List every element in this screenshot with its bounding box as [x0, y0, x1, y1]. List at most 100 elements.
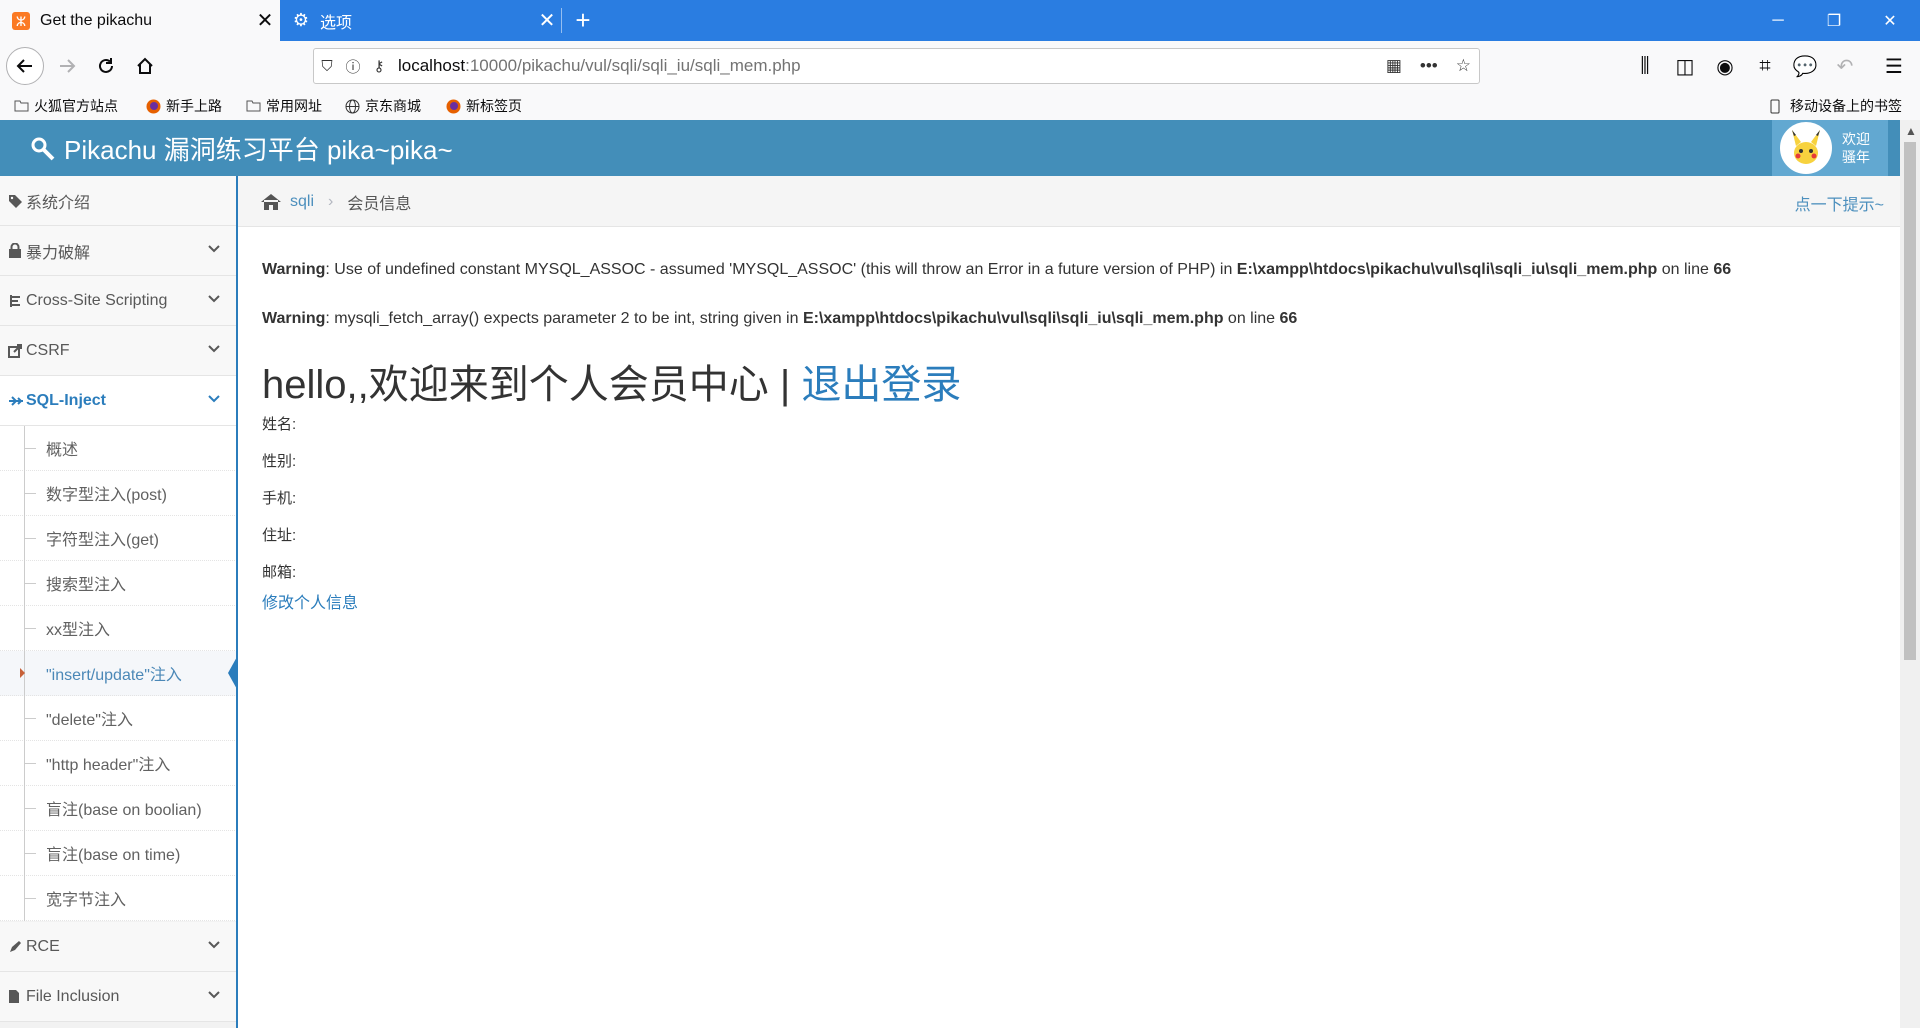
- screenshot-icon[interactable]: ⌗: [1748, 49, 1782, 83]
- pikachu-avatar-icon: [1792, 130, 1820, 164]
- restore-button[interactable]: ❐: [1810, 0, 1858, 41]
- member-heading: hello,,欢迎来到个人会员中心 | 退出登录: [262, 356, 1862, 407]
- qr-code-icon[interactable]: ▦: [1386, 56, 1402, 76]
- sidebar-subitem[interactable]: 盲注(base on boolian): [0, 786, 237, 831]
- web-page: Pikachu 漏洞练习平台 pika~pika~ 欢迎 骚年 系统介绍 暴力破…: [0, 120, 1900, 1028]
- firefox-icon: [146, 99, 161, 114]
- sidebar-item-csrf[interactable]: CSRF: [0, 326, 237, 376]
- sidebar-subitem-active[interactable]: "insert/update"注入: [0, 651, 238, 696]
- sidebar-item-rce[interactable]: RCE: [0, 922, 237, 972]
- tab-options[interactable]: ⚙ 选项 ✕: [280, 0, 562, 41]
- sidebar-item-xss[interactable]: Cross-Site Scripting: [0, 276, 237, 326]
- home-button[interactable]: [128, 49, 162, 83]
- minimize-button[interactable]: ─: [1754, 0, 1802, 41]
- sidebar-subitem[interactable]: 概述: [0, 426, 237, 471]
- sidebar-toggle-icon[interactable]: ◫: [1668, 49, 1702, 83]
- bookmarks-toolbar: 火狐官方站点 新手上路 常用网址 京东商城 新标签页 移动设备上的书签: [0, 91, 1920, 121]
- scroll-up-icon[interactable]: ▲: [1905, 124, 1917, 138]
- php-warning: Warning: Use of undefined constant MYSQL…: [262, 261, 1732, 278]
- bookmark-item[interactable]: 京东商城: [345, 96, 421, 116]
- new-tab-button[interactable]: +: [566, 0, 600, 41]
- close-tab-icon[interactable]: ✕: [532, 8, 562, 33]
- sidebar-item-file-inclusion[interactable]: File Inclusion: [0, 972, 237, 1022]
- xss-icon: [8, 294, 24, 308]
- user-menu[interactable]: 欢迎 骚年: [1772, 120, 1888, 176]
- close-window-button[interactable]: ✕: [1866, 0, 1914, 41]
- gear-icon: ⚙: [292, 10, 310, 30]
- url-text[interactable]: localhost:10000/pikachu/vul/sqli/sqli_iu…: [398, 56, 801, 76]
- sidebar-item-sqli[interactable]: SQL-Inject: [0, 376, 237, 426]
- more-actions-icon[interactable]: •••: [1420, 56, 1438, 76]
- reload-button[interactable]: [89, 49, 123, 83]
- sidebar-subitem[interactable]: 数字型注入(post): [0, 471, 237, 516]
- site-title: Pikachu 漏洞练习平台 pika~pika~: [64, 135, 453, 165]
- sidebar-item-intro[interactable]: 系统介绍: [0, 176, 237, 226]
- chevron-down-icon: [208, 245, 220, 253]
- sidebar: 系统介绍 暴力破解 Cross-Site Scripting CSRF SQL-…: [0, 176, 238, 1028]
- bookmark-item[interactable]: 新标签页: [446, 96, 522, 116]
- breadcrumb: sqli › 会员信息 点一下提示~: [238, 176, 1900, 227]
- account-icon[interactable]: ◉: [1708, 49, 1742, 83]
- forward-button[interactable]: [50, 49, 84, 83]
- sidebar-subitem[interactable]: "http header"注入: [0, 741, 237, 786]
- pencil-icon: [8, 940, 24, 954]
- mobile-icon: [1770, 99, 1785, 114]
- tab-bar: ⵣ Get the pikachu ✕ ⚙ 选项 ✕ + ─ ❐ ✕: [0, 0, 1920, 41]
- folder-icon: [14, 99, 29, 113]
- bookmark-item[interactable]: 火狐官方站点: [14, 96, 118, 116]
- main-content: Warning: Use of undefined constant MYSQL…: [262, 260, 1862, 613]
- sidebar-item-bruteforce[interactable]: 暴力破解: [0, 226, 237, 276]
- navigation-toolbar: ⛉ ⓘ ⚷ localhost:10000/pikachu/vul/sqli/s…: [0, 41, 1920, 91]
- sidebar-subitem[interactable]: 宽字节注入: [0, 876, 237, 921]
- url-bar[interactable]: ⛉ ⓘ ⚷ localhost:10000/pikachu/vul/sqli/s…: [313, 48, 1480, 84]
- field-email: 邮箱:: [262, 564, 297, 581]
- breadcrumb-link-sqli[interactable]: sqli: [290, 193, 314, 211]
- firefox-icon: [446, 99, 461, 114]
- caret-right-icon: [20, 668, 25, 678]
- tab-get-the-pikachu[interactable]: ⵣ Get the pikachu ✕: [0, 0, 280, 41]
- edit-profile-link[interactable]: 修改个人信息: [262, 589, 1862, 613]
- close-tab-icon[interactable]: ✕: [250, 8, 280, 33]
- undo-icon[interactable]: ↶: [1828, 49, 1862, 83]
- lock-icon: [8, 243, 24, 258]
- reload-icon: [99, 58, 113, 73]
- shield-icon[interactable]: ⛉: [314, 58, 340, 75]
- arrow-right-icon: [60, 59, 76, 73]
- bookmark-item[interactable]: 常用网址: [246, 96, 322, 116]
- tab-title: Get the pikachu: [40, 11, 153, 29]
- back-button[interactable]: [6, 47, 44, 85]
- key-icon[interactable]: ⚷: [366, 57, 392, 75]
- library-icon[interactable]: ⫼: [1628, 49, 1662, 83]
- sidebar-subitem[interactable]: xx型注入: [0, 606, 237, 651]
- chevron-down-icon: [208, 345, 220, 353]
- page-scrollbar[interactable]: ▲: [1900, 120, 1920, 1028]
- hint-link[interactable]: 点一下提示~: [1795, 191, 1884, 215]
- logout-link[interactable]: 退出登录: [801, 352, 961, 410]
- home-icon[interactable]: [260, 193, 282, 211]
- site-logo[interactable]: Pikachu 漏洞练习平台 pika~pika~: [30, 130, 453, 167]
- tags-icon: [8, 194, 24, 208]
- chevron-down-icon: [208, 395, 220, 403]
- avatar: [1780, 122, 1832, 174]
- scrollbar-thumb[interactable]: [1904, 142, 1916, 660]
- xampp-icon: ⵣ: [12, 11, 30, 30]
- sidebar-subitem[interactable]: 字符型注入(get): [0, 516, 237, 561]
- home-icon: [137, 57, 153, 74]
- globe-icon: [345, 99, 360, 114]
- info-icon[interactable]: ⓘ: [340, 56, 366, 77]
- bookmark-item[interactable]: 新手上路: [146, 96, 222, 116]
- chevron-down-icon: [208, 991, 220, 999]
- mobile-bookmarks[interactable]: 移动设备上的书签: [1770, 96, 1902, 116]
- menu-icon[interactable]: ☰: [1877, 49, 1911, 83]
- chat-icon[interactable]: 💬: [1788, 49, 1822, 83]
- field-phone: 手机:: [262, 490, 297, 507]
- bookmark-star-icon[interactable]: ☆: [1456, 56, 1471, 76]
- chevron-down-icon: [208, 941, 220, 949]
- sidebar-subitem[interactable]: "delete"注入: [0, 696, 237, 741]
- sidebar-subitem[interactable]: 搜索型注入: [0, 561, 237, 606]
- php-warning: Warning: mysqli_fetch_array() expects pa…: [262, 310, 1298, 327]
- chevron-down-icon: [208, 295, 220, 303]
- sidebar-subitem[interactable]: 盲注(base on time): [0, 831, 237, 876]
- field-name: 姓名:: [262, 416, 297, 433]
- folder-icon: [246, 99, 261, 113]
